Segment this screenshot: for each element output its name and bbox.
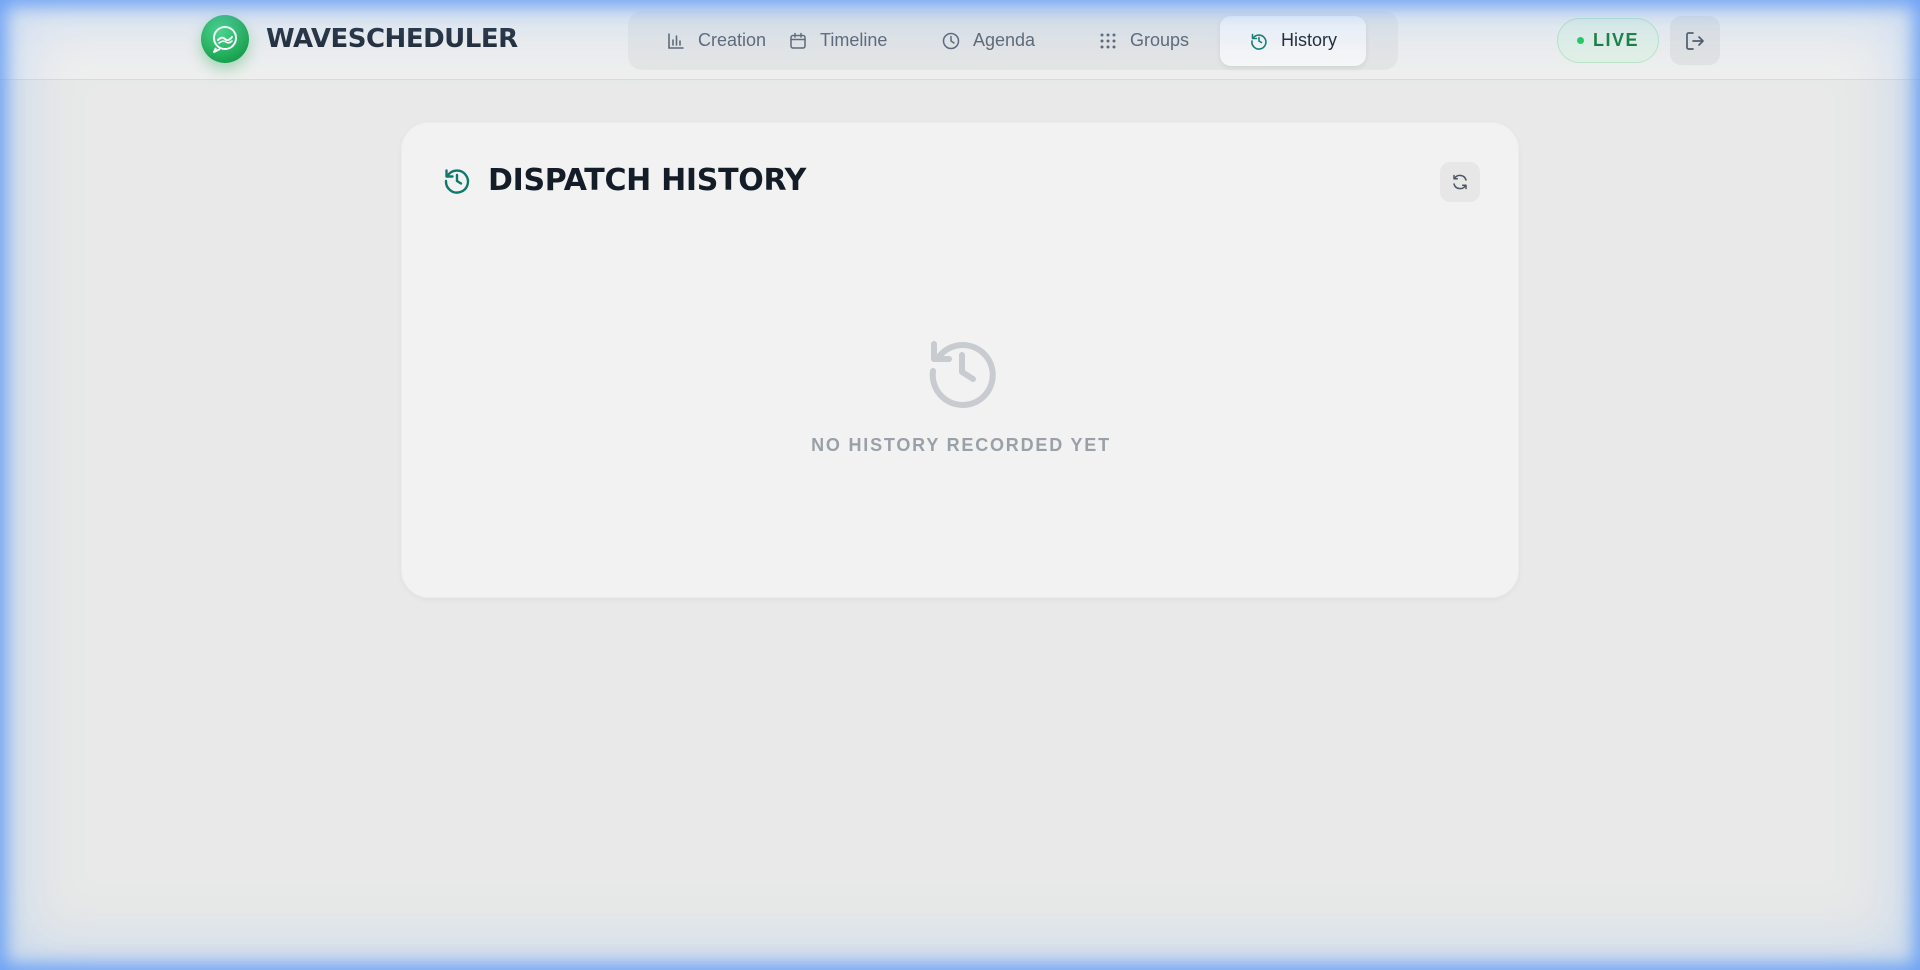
tab-label: History xyxy=(1281,30,1338,50)
tab-timeline[interactable]: Timeline xyxy=(778,16,931,66)
card-header: DISPATCH HISTORY xyxy=(442,163,806,198)
main-tabs: Creation Timeline Agenda Groups History xyxy=(628,11,1398,70)
tab-groups[interactable]: Groups xyxy=(1081,16,1220,66)
bar-chart-icon xyxy=(668,32,684,49)
wave-chat-icon xyxy=(213,26,237,53)
empty-state-message: NO HISTORY RECORDED YET xyxy=(811,435,1111,455)
tab-history[interactable]: History xyxy=(1220,15,1366,66)
clock-icon xyxy=(942,32,960,49)
history-icon xyxy=(1251,33,1267,50)
tab-label: Groups xyxy=(1130,30,1190,50)
tab-label: Creation xyxy=(698,30,767,50)
calendar-icon xyxy=(790,32,806,49)
status-label: LIVE xyxy=(1592,30,1639,50)
app-logo xyxy=(201,15,249,63)
live-status-badge: LIVE xyxy=(1557,18,1659,63)
refresh-icon xyxy=(1453,174,1467,190)
tab-label: Agenda xyxy=(973,30,1036,50)
history-icon xyxy=(444,168,470,194)
tab-creation[interactable]: Creation xyxy=(632,16,778,66)
empty-history-icon xyxy=(929,341,996,408)
status-dot xyxy=(1576,37,1584,44)
tab-label: Timeline xyxy=(820,30,888,50)
page-title: DISPATCH HISTORY xyxy=(488,163,807,198)
grid-dots-icon xyxy=(1100,33,1116,48)
top-navbar: WAVESCHEDULER Creation Timeline Agenda G… xyxy=(0,0,1920,80)
dispatch-history-card: DISPATCH HISTORY NO HISTORY RECORDED YET xyxy=(401,122,1519,598)
logout-icon xyxy=(1686,31,1704,50)
tab-agenda[interactable]: Agenda xyxy=(931,16,1081,66)
refresh-button[interactable] xyxy=(1440,162,1480,202)
brand[interactable]: WAVESCHEDULER xyxy=(201,15,518,63)
logout-button[interactable] xyxy=(1670,16,1720,65)
app-name: WAVESCHEDULER xyxy=(266,24,518,54)
